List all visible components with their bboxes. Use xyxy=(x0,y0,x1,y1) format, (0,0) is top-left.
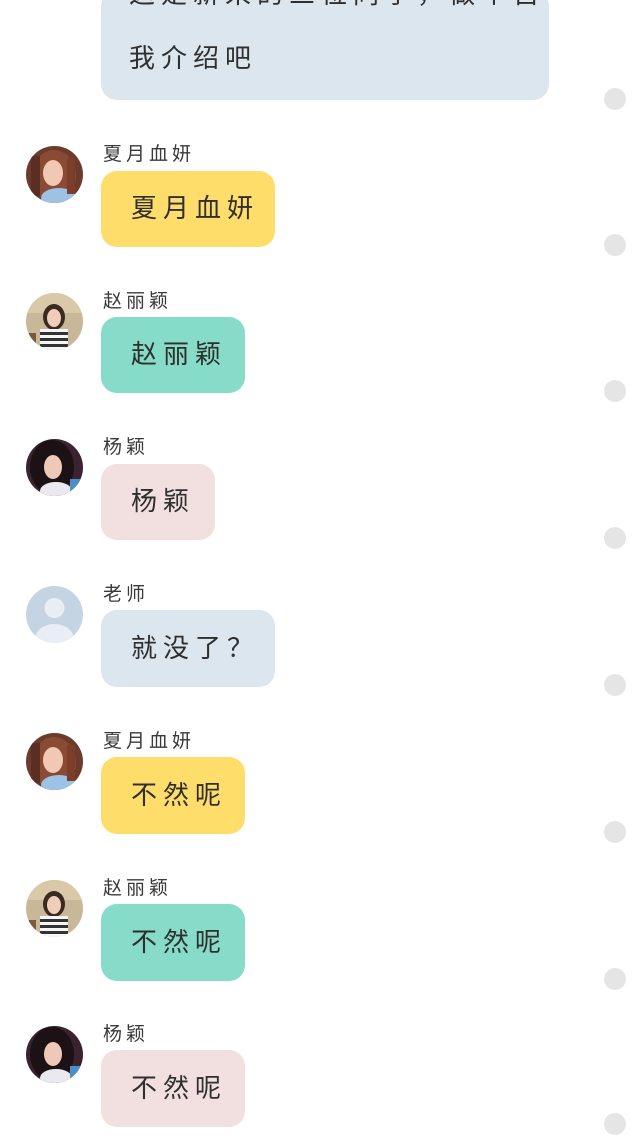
default-user-icon xyxy=(26,586,83,643)
avatar[interactable] xyxy=(26,439,83,496)
message-bubble[interactable]: 就没了？ xyxy=(101,610,275,687)
read-status-dot xyxy=(604,968,626,990)
sender-name: 杨颖 xyxy=(103,1023,150,1045)
girl-avatar-dark-hair-icon xyxy=(26,1026,83,1083)
message-bubble[interactable]: 不然呢 xyxy=(101,904,245,981)
message-bubble[interactable]: 这是新来的三位同学，做个自 我介绍吧 xyxy=(101,0,549,100)
message-text-line: 这是新来的三位同学，做个自 xyxy=(129,0,545,8)
girl-avatar-brown-hair-icon xyxy=(26,146,83,203)
message-text-line: 我介绍吧 xyxy=(129,44,258,74)
message-text: 夏月血妍 xyxy=(131,194,260,224)
avatar[interactable] xyxy=(26,1026,83,1083)
read-status-dot xyxy=(604,821,626,843)
avatar[interactable] xyxy=(26,146,83,203)
message-bubble[interactable]: 夏月血妍 xyxy=(101,171,275,247)
message-text: 杨颖 xyxy=(131,487,196,517)
sender-name: 杨颖 xyxy=(103,436,150,458)
avatar[interactable] xyxy=(26,880,83,937)
message-bubble[interactable]: 杨颖 xyxy=(101,464,215,540)
read-status-dot xyxy=(604,1113,626,1135)
message-text: 不然呢 xyxy=(131,780,228,811)
avatar[interactable] xyxy=(26,586,83,643)
sender-name: 夏月血妍 xyxy=(103,143,196,165)
message-text: 赵丽颖 xyxy=(131,340,228,370)
sender-name: 夏月血妍 xyxy=(103,730,196,752)
message-text: 就没了？ xyxy=(131,633,260,664)
girl-avatar-dark-hair-icon xyxy=(26,439,83,496)
read-status-dot xyxy=(604,527,626,549)
girl-avatar-striped-shirt-icon xyxy=(26,880,83,937)
sender-name: 老师 xyxy=(103,583,150,605)
read-status-dot xyxy=(604,380,626,402)
message-text: 不然呢 xyxy=(131,1073,228,1104)
chat-message-list[interactable]: 这是新来的三位同学，做个自 我介绍吧 夏月血妍 夏月血妍 xyxy=(0,0,640,1138)
girl-avatar-brown-hair-icon xyxy=(26,733,83,790)
sender-name: 赵丽颖 xyxy=(103,877,173,899)
read-status-dot xyxy=(604,234,626,256)
message-text: 不然呢 xyxy=(131,927,228,958)
read-status-dot xyxy=(604,88,626,110)
read-status-dot xyxy=(604,674,626,696)
avatar[interactable] xyxy=(26,293,83,350)
message-bubble[interactable]: 赵丽颖 xyxy=(101,317,245,393)
girl-avatar-striped-shirt-icon xyxy=(26,293,83,350)
message-bubble[interactable]: 不然呢 xyxy=(101,757,245,834)
sender-name: 赵丽颖 xyxy=(103,290,173,312)
avatar[interactable] xyxy=(26,733,83,790)
message-bubble[interactable]: 不然呢 xyxy=(101,1050,245,1127)
